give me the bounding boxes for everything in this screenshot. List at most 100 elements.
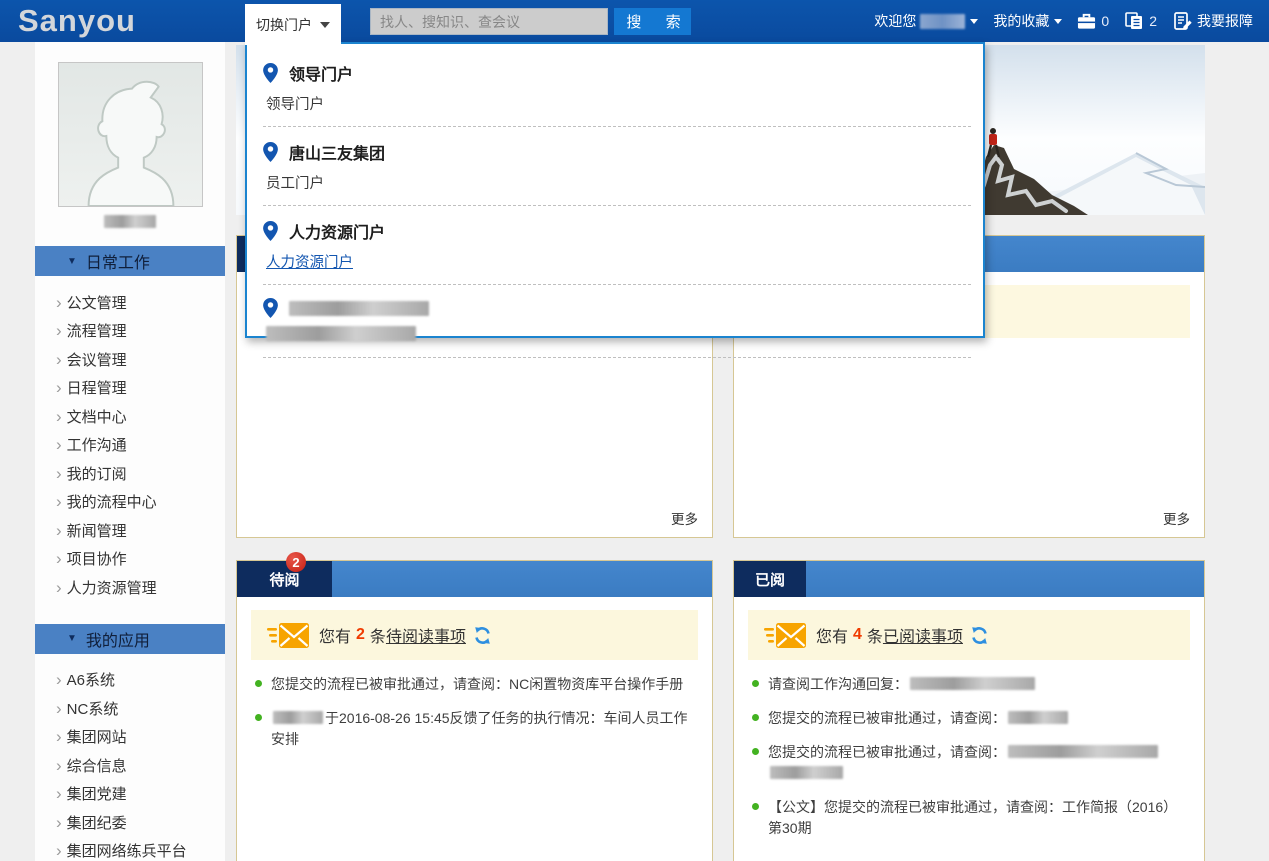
sidebar-item[interactable]: › 项目协作: [35, 545, 225, 574]
sidebar-item-label: 集团网络练兵平台: [67, 840, 187, 861]
briefcase-icon: [1077, 12, 1096, 30]
report-label: 我要报障: [1197, 11, 1253, 31]
sidebar-item[interactable]: › 新闻管理: [35, 516, 225, 545]
sidebar-item[interactable]: › 文档中心: [35, 402, 225, 431]
notice-list-item[interactable]: 于2016-08-26 15:45反馈了任务的执行情况：车间人员工作安排: [255, 708, 696, 750]
portal-subtitle: 员工门户: [266, 172, 971, 193]
panel-pending-tab[interactable]: 待阅 2: [237, 561, 332, 597]
sidebar-item-label: 会议管理: [67, 349, 127, 370]
sidebar-item[interactable]: › 公文管理: [35, 288, 225, 317]
notice-list-item[interactable]: 【公文】您提交的流程已被审批通过，请查阅：工作简报（2016）第30期: [752, 797, 1188, 839]
redacted-text: [1008, 711, 1068, 724]
sidebar-item[interactable]: › 人力资源管理: [35, 573, 225, 602]
report-issue[interactable]: 我要报障: [1172, 11, 1253, 31]
portal-dropdown: 领导门户 领导门户 唐山三友集团 员工门户 人力资源门户 人力资源门户: [245, 42, 985, 338]
sidebar-item[interactable]: › 我的流程中心: [35, 488, 225, 517]
sidebar-item[interactable]: › 集团网络练兵平台: [35, 837, 225, 861]
portal-subtitle-link[interactable]: 人力资源门户: [266, 251, 971, 272]
sidebar-item[interactable]: › 集团网站: [35, 723, 225, 752]
sidebar-item-label: 文档中心: [67, 406, 127, 427]
sidebar-item[interactable]: › A6系统: [35, 666, 225, 695]
portal-dropdown-item[interactable]: 领导门户 领导门户: [263, 48, 971, 127]
more-link[interactable]: 更多: [1163, 508, 1190, 528]
favorites-menu[interactable]: 我的收藏: [993, 11, 1062, 31]
notice-list-item[interactable]: 您提交的流程已被审批通过，请查阅：: [752, 708, 1188, 729]
avatar[interactable]: [58, 62, 203, 207]
sidebar-item-label: 新闻管理: [67, 520, 127, 541]
sidebar-item[interactable]: › 综合信息: [35, 751, 225, 780]
sidebar-item[interactable]: › 日程管理: [35, 374, 225, 403]
chevron-right-icon: ›: [56, 322, 62, 339]
sidebar-item-label: 集团纪委: [67, 812, 127, 833]
portal-switcher-button[interactable]: 切换门户: [245, 4, 341, 45]
location-pin-icon: [263, 63, 278, 83]
panel-read: 已阅 您有 4 条 已阅读事项: [733, 560, 1205, 861]
chevron-right-icon: ›: [56, 550, 62, 567]
user-name-redacted: [920, 14, 965, 29]
briefcase-counter[interactable]: 0: [1077, 12, 1109, 30]
sidebar-item-label: 集团党建: [67, 783, 127, 804]
pending-notice-bar: 您有 2 条 待阅读事项: [251, 610, 698, 660]
pending-items-link[interactable]: 待阅读事项: [386, 623, 466, 647]
chevron-right-icon: ›: [56, 579, 62, 596]
sidebar-section-title: 我的应用: [86, 627, 150, 651]
redacted-portal-title: [289, 301, 429, 316]
chevron-right-icon: ›: [56, 379, 62, 396]
sidebar-item[interactable]: › 集团党建: [35, 780, 225, 809]
sidebar-item[interactable]: › 会议管理: [35, 345, 225, 374]
sidebar-item-label: 日程管理: [67, 377, 127, 398]
sidebar-item-label: 综合信息: [67, 755, 127, 776]
refresh-icon[interactable]: [970, 626, 989, 645]
sidebar-item[interactable]: › 工作沟通: [35, 431, 225, 460]
sidebar-item-label: A6系统: [67, 669, 115, 690]
portal-dropdown-item[interactable]: [263, 285, 971, 358]
triangle-down-icon: ▼: [67, 633, 77, 644]
read-notice-bar: 您有 4 条 已阅读事项: [748, 610, 1190, 660]
documents-counter[interactable]: 2: [1124, 12, 1157, 30]
more-link[interactable]: 更多: [671, 508, 698, 528]
triangle-down-icon: ▼: [67, 256, 77, 267]
sidebar-item[interactable]: › 我的订阅: [35, 459, 225, 488]
sidebar-section-header[interactable]: ▼ 日常工作: [35, 246, 225, 276]
redacted-text: [1008, 745, 1158, 758]
notice-item-text: 【公文】您提交的流程已被审批通过，请查阅：工作简报（2016）第30期: [768, 799, 1177, 836]
sidebar-item-label: 我的订阅: [67, 463, 127, 484]
sidebar-item-label: NC系统: [67, 698, 119, 719]
sidebar-item-label: 公文管理: [67, 292, 127, 313]
sidebar-item[interactable]: › 集团纪委: [35, 808, 225, 837]
chevron-right-icon: ›: [56, 294, 62, 311]
read-items-link[interactable]: 已阅读事项: [883, 623, 963, 647]
refresh-icon[interactable]: [473, 626, 492, 645]
bullet-icon: [752, 714, 759, 721]
sidebar-item[interactable]: › 流程管理: [35, 317, 225, 346]
notice-list-item[interactable]: 请查阅工作沟通回复：: [752, 674, 1188, 695]
person-silhouette-icon: [59, 63, 202, 206]
portal-switcher-label: 切换门户: [256, 15, 312, 35]
sidebar-item[interactable]: › NC系统: [35, 694, 225, 723]
welcome-user[interactable]: 欢迎您: [874, 11, 978, 31]
portal-dropdown-item[interactable]: 唐山三友集团 员工门户: [263, 127, 971, 206]
sidebar: ▼ 日常工作 › 公文管理 › 流程管理 › 会议管理 › 日程管理 › 文档中…: [35, 42, 225, 861]
redacted-text: [273, 711, 323, 724]
chevron-right-icon: ›: [56, 757, 62, 774]
portal-page: ▼ 日常工作 › 公文管理 › 流程管理 › 会议管理 › 日程管理 › 文档中…: [0, 0, 1269, 861]
search-button[interactable]: 搜 索: [614, 8, 691, 35]
panel-pending-header: 待阅 2: [237, 561, 712, 597]
notice-item-text: 您提交的流程已被审批通过，请查阅：: [768, 744, 1160, 781]
bullet-icon: [255, 680, 262, 687]
panel-pending-read: 待阅 2 您有 2 条 待阅读事项: [236, 560, 713, 861]
notice-prefix: 您有: [319, 623, 351, 647]
user-name-redacted: [104, 215, 156, 228]
portal-dropdown-item[interactable]: 人力资源门户 人力资源门户: [263, 206, 971, 285]
search-input[interactable]: [370, 8, 608, 35]
notice-list-item[interactable]: 您提交的流程已被审批通过，请查阅：NC闲置物资库平台操作手册: [255, 674, 696, 695]
pending-count-badge: 2: [286, 552, 306, 572]
caret-down-icon: [320, 22, 330, 28]
sidebar-section-header[interactable]: ▼ 我的应用: [35, 624, 225, 654]
chevron-right-icon: ›: [56, 436, 62, 453]
panel-read-tab-label: 已阅: [755, 569, 785, 590]
panel-read-tab[interactable]: 已阅: [734, 561, 806, 597]
notepad-pen-icon: [1172, 11, 1192, 31]
notice-list-item[interactable]: 您提交的流程已被审批通过，请查阅：: [752, 742, 1188, 784]
favorites-label: 我的收藏: [993, 11, 1049, 31]
